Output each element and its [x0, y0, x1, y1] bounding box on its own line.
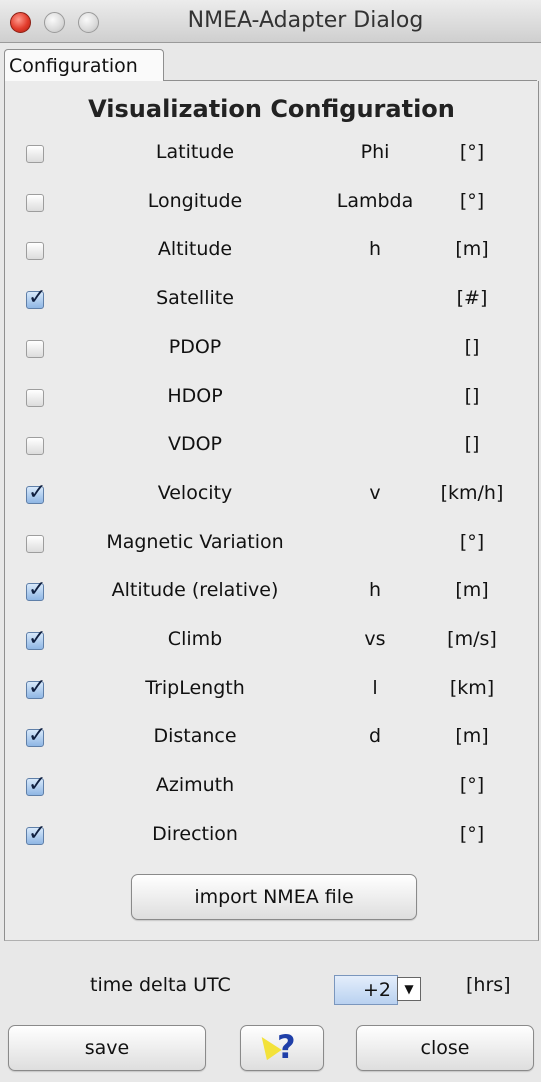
save-button[interactable]: save: [8, 1025, 206, 1071]
row-checkbox[interactable]: ✓: [26, 773, 46, 797]
row-checkbox[interactable]: [26, 388, 44, 407]
row-checkbox[interactable]: [26, 437, 44, 456]
row-unit: [m/s]: [447, 628, 497, 650]
row-unit: []: [464, 384, 480, 407]
row-unit: [km]: [449, 676, 495, 699]
row-label: Magnetic Variation: [106, 530, 284, 553]
row-label: TripLength: [145, 676, 245, 699]
config-row: Longitude Lambda [°]: [5, 184, 538, 224]
row-unit: [m]: [455, 725, 489, 748]
config-row: VDOP []: [5, 427, 538, 467]
configuration-panel: Visualization Configuration Latitude Phi […: [4, 81, 539, 941]
row-unit: [°]: [459, 530, 485, 553]
row-checkbox[interactable]: ✓: [26, 821, 46, 845]
row-unit: [km/h]: [440, 481, 504, 504]
row-label: Direction: [152, 822, 238, 845]
checkmark-icon: ✓: [28, 577, 47, 603]
row-checkbox[interactable]: [26, 145, 44, 163]
row-checkbox[interactable]: ✓: [26, 480, 46, 504]
nmea-adapter-dialog: NMEA-Adapter Dialog Configuration Visual…: [0, 0, 541, 1082]
row-label: Climb: [167, 628, 223, 650]
row-label: PDOP: [168, 335, 222, 358]
config-row: Altitude h [m]: [5, 232, 538, 272]
row-symbol: d: [368, 725, 382, 748]
row-checkbox[interactable]: ✓: [26, 724, 46, 748]
dropdown-arrow-icon[interactable]: ▼: [397, 977, 421, 1001]
row-label: HDOP: [167, 384, 223, 407]
checkmark-icon: ✓: [28, 772, 47, 798]
row-checkbox[interactable]: ✓: [26, 627, 46, 651]
close-button[interactable]: close: [356, 1025, 534, 1071]
row-symbol: l: [372, 676, 378, 699]
row-unit: [°]: [459, 774, 485, 797]
utc-label: time delta UTC: [90, 974, 231, 996]
config-row: ✓ Direction [°]: [5, 817, 538, 857]
row-checkbox[interactable]: [26, 339, 44, 358]
config-row: ✓ Velocity v [km/h]: [5, 476, 538, 516]
row-label: Altitude (relative): [111, 579, 279, 602]
config-row: ✓ TripLength l [km]: [5, 671, 538, 711]
checkmark-icon: ✓: [28, 285, 47, 311]
checkmark-icon: ✓: [28, 820, 47, 846]
config-row: HDOP []: [5, 379, 538, 419]
row-symbol: vs: [364, 628, 386, 650]
title-bar: NMEA-Adapter Dialog: [0, 0, 541, 43]
checkmark-icon: ✓: [28, 626, 47, 651]
row-label: Satellite: [156, 287, 234, 310]
import-nmea-button[interactable]: import NMEA file: [131, 874, 417, 920]
row-label: Velocity: [157, 481, 233, 504]
row-unit: [m]: [455, 238, 489, 261]
window-title: NMEA-Adapter Dialog: [187, 8, 424, 33]
row-unit: []: [464, 433, 480, 456]
config-row: ✓ Distance d [m]: [5, 719, 538, 759]
config-row: ✓ Satellite [#]: [5, 281, 538, 321]
help-button[interactable]: ?: [240, 1025, 324, 1071]
utc-value[interactable]: +2: [334, 975, 398, 1005]
tab-configuration[interactable]: Configuration: [4, 49, 164, 81]
config-row: ✓ Climb vs [m/s]: [5, 622, 538, 662]
utc-select[interactable]: +2 ▼: [334, 975, 428, 1005]
config-row: ✓ Azimuth [°]: [5, 768, 538, 808]
checkmark-icon: ✓: [28, 723, 47, 749]
row-checkbox[interactable]: ✓: [26, 675, 46, 699]
row-checkbox[interactable]: [26, 242, 44, 261]
config-row: ✓ Altitude (relative) h [m]: [5, 573, 538, 613]
row-unit: [m]: [455, 579, 489, 602]
row-unit: []: [464, 335, 480, 358]
checkmark-icon: ✓: [28, 479, 47, 505]
row-label: Longitude: [147, 189, 243, 212]
row-checkbox[interactable]: ✓: [26, 578, 46, 602]
row-unit: [°]: [459, 189, 485, 212]
row-label: Altitude: [157, 238, 233, 261]
row-label: Latitude: [155, 141, 235, 163]
row-checkbox[interactable]: [26, 534, 44, 553]
row-checkbox[interactable]: [26, 193, 44, 212]
utc-unit: [hrs]: [466, 974, 511, 996]
question-mark-icon: ?: [277, 1028, 296, 1066]
config-row: PDOP []: [5, 330, 538, 370]
row-symbol: Phi: [360, 141, 390, 163]
row-symbol: h: [368, 238, 382, 261]
row-label: VDOP: [167, 433, 223, 456]
row-symbol: h: [368, 579, 382, 602]
row-symbol: v: [369, 481, 381, 504]
row-symbol: Lambda: [336, 189, 414, 212]
row-unit: [°]: [459, 822, 485, 845]
row-label: Azimuth: [155, 774, 235, 797]
row-label: Distance: [153, 725, 237, 748]
row-unit: [°]: [459, 141, 485, 163]
row-unit: [#]: [456, 287, 488, 310]
row-checkbox[interactable]: ✓: [26, 286, 46, 310]
config-row: Latitude Phi [°]: [5, 135, 538, 175]
checkmark-icon: ✓: [28, 674, 47, 700]
config-row: Magnetic Variation [°]: [5, 525, 538, 565]
section-title: Visualization Configuration: [88, 95, 455, 123]
